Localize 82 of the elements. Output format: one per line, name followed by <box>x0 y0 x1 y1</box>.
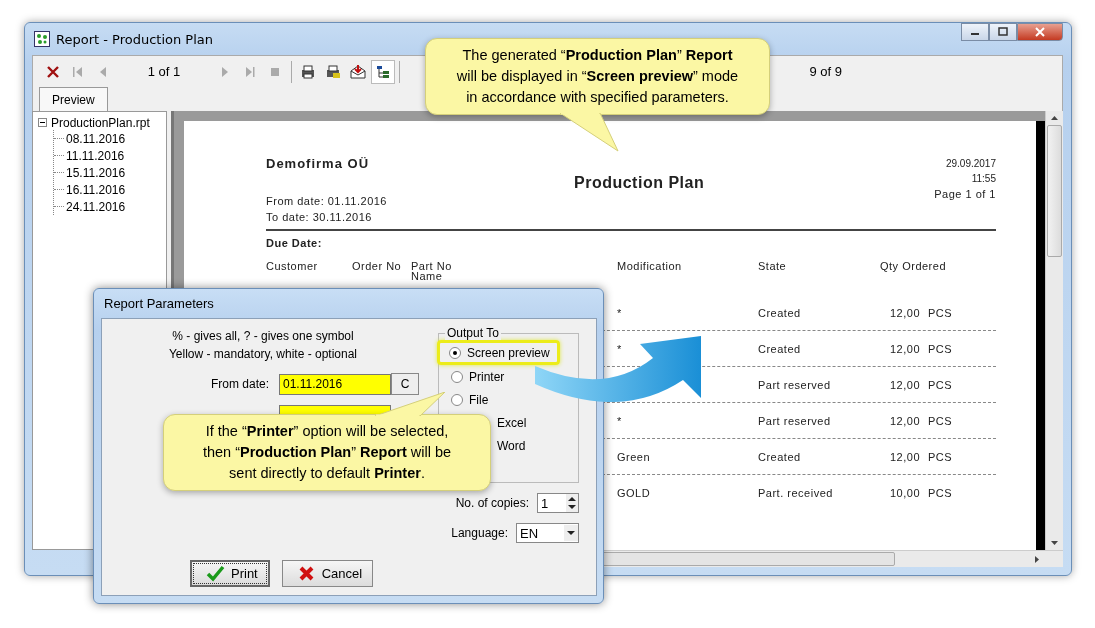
page-number: Page 1 of 1 <box>934 187 996 202</box>
report-from-date: From date: 01.11.2016 <box>266 194 388 209</box>
table-cell-text: Created <box>758 306 802 319</box>
clear-button[interactable]: C <box>391 373 419 395</box>
tree-item[interactable]: 16.11.2016 <box>66 182 126 197</box>
table-cell-text: Created <box>758 342 802 355</box>
collapse-toggle[interactable] <box>38 117 49 129</box>
group-label: Due Date: <box>266 237 323 249</box>
callout-tail <box>560 113 620 153</box>
hint-text: % - gives all, ? - gives one symbol Yellow - mandatory, white - optional <box>167 328 359 363</box>
close-button[interactable] <box>1017 23 1063 41</box>
field-label: Language: <box>451 526 508 540</box>
field-label: From date: <box>209 377 270 391</box>
tree-item[interactable]: 08.11.2016 <box>66 131 126 146</box>
column-header: Part No Name <box>411 261 453 284</box>
copies-spinner[interactable]: 1 <box>537 493 579 513</box>
print-time: 11:55 <box>970 172 996 186</box>
table-cell: PCS <box>928 486 953 499</box>
print-date: 29.09.2017 <box>944 157 996 171</box>
page-counter: 1 of 1 <box>146 64 182 79</box>
tree-toggle-icon[interactable] <box>371 59 395 84</box>
table-cell-text: Created <box>758 450 802 463</box>
table-cell: 12,00 <box>890 414 921 427</box>
column-header: State <box>758 261 788 274</box>
table-cell-text: Green <box>617 450 652 463</box>
scroll-thumb[interactable] <box>1047 125 1062 257</box>
table-cell-text: GOLD <box>617 486 652 499</box>
column-header: Modification <box>617 261 683 274</box>
tree-item[interactable]: ProductionPlan.rpt <box>51 116 150 130</box>
callout-tail <box>375 392 445 416</box>
table-cell-text: Part. received <box>758 486 834 499</box>
column-header: Customer <box>266 261 319 274</box>
maximize-button[interactable] <box>989 23 1017 41</box>
table-cell: PCS <box>928 450 953 463</box>
table-cell: PCS <box>928 414 953 427</box>
spinner-arrows-icon[interactable] <box>566 494 578 512</box>
preview-tab[interactable]: Preview <box>39 87 108 111</box>
tree-item[interactable]: 24.11.2016 <box>66 199 126 214</box>
table-cell: PCS <box>928 306 953 319</box>
scroll-down-icon[interactable] <box>1051 541 1058 545</box>
language-dropdown[interactable]: EN <box>516 523 579 543</box>
window-title: Report - Production Plan <box>56 31 213 47</box>
column-header: Qty Ordered <box>880 261 948 274</box>
group-legend: Output To <box>445 326 501 340</box>
scroll-up-icon[interactable] <box>1051 116 1058 120</box>
radio-button[interactable] <box>451 393 463 406</box>
option-label[interactable]: File <box>469 392 489 407</box>
cancel-button[interactable]: Cancel <box>281 560 374 587</box>
report-title: Production Plan <box>573 173 706 193</box>
table-cell: PCS <box>928 342 953 355</box>
vertical-scrollbar[interactable] <box>1045 111 1063 550</box>
radio-button[interactable] <box>449 346 461 359</box>
table-cell-text: Part reserved <box>758 414 832 427</box>
table-cell-text: * <box>617 342 623 355</box>
dialog-title: Report Parameters <box>103 295 215 313</box>
close-icon[interactable] <box>1035 27 1045 37</box>
print-button[interactable]: Print <box>190 560 270 587</box>
from-date-field[interactable]: 01.11.2016 <box>279 373 391 395</box>
table-cell-text: * <box>617 414 623 427</box>
check-icon <box>206 564 225 583</box>
app-icon <box>34 31 50 47</box>
report-to-date: To date: 30.11.2016 <box>266 210 373 225</box>
table-cell: 12,00 <box>890 306 921 319</box>
tree-item[interactable]: 15.11.2016 <box>66 165 126 180</box>
table-cell: 10,00 <box>890 486 921 499</box>
scroll-right-icon[interactable] <box>1035 555 1039 563</box>
table-cell: 12,00 <box>890 450 921 463</box>
option-label[interactable]: Printer <box>469 369 505 384</box>
table-cell-text: Part reserved <box>758 378 832 391</box>
field-label: No. of copies: <box>455 496 529 510</box>
company-name: Demofirma OÜ <box>266 156 371 171</box>
radio-button[interactable] <box>451 370 463 383</box>
table-cell-text: * <box>617 306 623 319</box>
page-total-counter: 9 of 9 <box>809 64 842 79</box>
table-cell: PCS <box>928 378 953 391</box>
maximize-icon[interactable] <box>998 27 1008 37</box>
option-label[interactable]: Screen preview <box>467 345 550 360</box>
table-cell: 12,00 <box>890 378 921 391</box>
column-header: Order No <box>352 261 403 274</box>
tree-item[interactable]: 11.11.2016 <box>66 148 125 163</box>
minimize-button[interactable] <box>961 23 989 41</box>
table-cell: 12,00 <box>890 342 921 355</box>
